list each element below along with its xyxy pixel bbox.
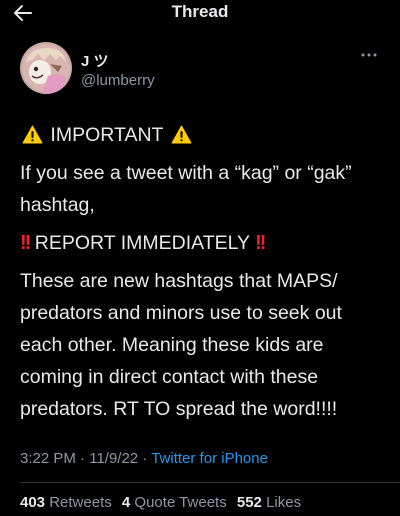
avatar[interactable] [20,42,72,94]
tweet-date: 11/9/22 [89,450,139,467]
ellipsis-icon [361,53,377,57]
retweets-count: 403 [20,494,46,511]
tweet-line-explanation: These are new hashtags that MAPS/ predat… [20,270,342,420]
tweet-text: IMPORTANT If you see a tweet with a “kag… [20,119,388,425]
likes-label: Likes [266,494,302,511]
meta-separator: · [75,450,90,467]
avatar-image-icon [20,42,72,94]
more-options-button[interactable] [358,48,380,62]
retweets-label: Retweets [49,494,112,511]
tweet-line-hashtag-warning: If you see a tweet with a “kag” or “gak”… [20,162,352,216]
likes-count: 552 [236,494,262,511]
top-navigation-bar: Thread [0,0,400,26]
tweet-line-report: !! REPORT IMMEDIATELY !! [20,227,388,259]
tweet-author: J ツ @lumberry [20,42,380,98]
tweet-time: 3:22 PM [20,450,76,467]
retweets-stat[interactable]: 403 Retweets [20,494,112,511]
display-name[interactable]: J ツ [81,50,109,71]
double-exclamation-emoji-icon: !! [255,232,266,254]
tweet-metadata: 3:22 PM · 11/9/22 · Twitter for iPhone [20,450,268,467]
double-exclamation-emoji-icon: !! [20,232,31,254]
divider [20,482,400,483]
warning-emoji-icon [171,125,192,144]
page-title: Thread [171,2,229,21]
important-label: IMPORTANT [50,124,164,146]
quote-tweets-count: 4 [121,494,131,511]
meta-separator: · [138,450,152,467]
user-handle[interactable]: @lumberry [81,72,155,89]
likes-stat[interactable]: 552 Likes [237,494,301,511]
quote-tweets-stat[interactable]: 4 Quote Tweets [122,494,227,511]
report-label: REPORT IMMEDIATELY [34,232,250,254]
warning-emoji-icon [22,125,43,144]
tweet-source-link[interactable]: Twitter for iPhone [151,450,268,467]
tweet-line-important: IMPORTANT [20,119,388,151]
tweet-stats: 403 Retweets 4 Quote Tweets 552 Likes [20,494,307,511]
quote-tweets-label: Quote Tweets [134,494,227,511]
